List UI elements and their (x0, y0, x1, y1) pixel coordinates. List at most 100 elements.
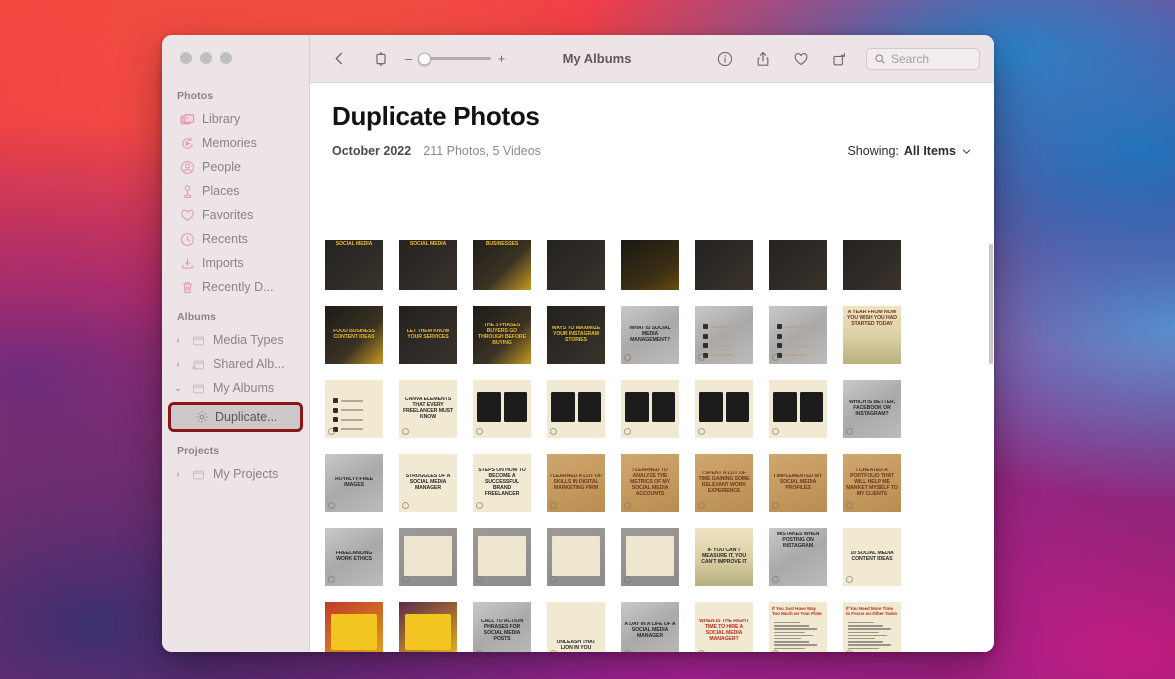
photo-thumbnail[interactable]: I learned a lot of skills in digital mar… (547, 454, 605, 512)
photo-thumbnail[interactable]: If You Just Have Way Too Much on Your Pl… (769, 602, 827, 652)
photo-thumbnail[interactable]: Canva Elements That Every Freelancer Mus… (399, 380, 457, 438)
sidebar-item-people[interactable]: People (170, 155, 301, 179)
chevron-down-icon[interactable]: ⌄ (172, 383, 184, 393)
photo-thumbnail[interactable] (547, 528, 605, 586)
photo-cell[interactable]: Steps on How to Become a Successful Bran… (465, 446, 539, 520)
photo-thumbnail[interactable]: I created a portfolio that will help me … (843, 454, 901, 512)
photo-cell[interactable]: If You Can't Measure It, You Can't Impro… (687, 520, 761, 594)
photo-thumbnail[interactable]: 10 Social Media Content Ideas (843, 528, 901, 586)
favorite-button[interactable] (788, 46, 814, 72)
zoom-out-label[interactable]: – (404, 51, 413, 66)
search-input[interactable]: Search (866, 47, 980, 70)
photo-cell[interactable] (539, 520, 613, 594)
photo-thumbnail[interactable]: Mistakes When Posting on Instagram (769, 528, 827, 586)
photo-cell[interactable]: I created a portfolio that will help me … (835, 446, 909, 520)
chevron-right-icon[interactable]: › (172, 359, 184, 369)
photo-thumbnail[interactable]: Unleash That Lion in You (547, 602, 605, 652)
photo-cell[interactable]: When is the Right Time to Hire a Social … (687, 594, 761, 652)
sidebar-item-library[interactable]: Library (170, 107, 301, 131)
photo-grid[interactable]: Customers Using Social Media Business on … (317, 240, 977, 652)
sidebar-item-places[interactable]: Places (170, 179, 301, 203)
chevron-right-icon[interactable]: › (172, 335, 184, 345)
photo-cell[interactable]: Presidency? (539, 240, 613, 298)
minimize-button[interactable] (200, 52, 212, 64)
chevron-right-icon[interactable]: › (172, 469, 184, 479)
photo-cell[interactable]: Which is Better, Facebook or Instagram? (835, 372, 909, 446)
photo-thumbnail[interactable]: Steps on How to Become a Successful Bran… (473, 454, 531, 512)
photo-grid-scroll[interactable]: Customers Using Social Media Business on … (310, 240, 994, 652)
photo-thumbnail[interactable]: Royalty-Free Images (325, 454, 383, 512)
photo-thumbnail[interactable]: Freelancing Work Ethics (325, 528, 383, 586)
photo-thumbnail[interactable]: I spent a lot of time gaining some relev… (695, 454, 753, 512)
photo-thumbnail[interactable]: Into Customers (843, 240, 901, 290)
photo-thumbnail[interactable] (695, 380, 753, 438)
photo-cell[interactable] (465, 520, 539, 594)
photo-cell[interactable]: In No Time (761, 240, 835, 298)
photo-cell[interactable]: Business on Social Media (391, 240, 465, 298)
info-button[interactable] (712, 46, 738, 72)
rotate-button[interactable] (826, 46, 852, 72)
photo-cell[interactable]: Ways to Maximize Your Instagram Stories (539, 298, 613, 372)
photo-cell[interactable]: Mistakes When Posting on Instagram (761, 520, 835, 594)
photo-cell[interactable]: What is Social Media Management? (613, 298, 687, 372)
photo-cell[interactable]: Customers Using Social Media (317, 240, 391, 298)
photo-thumbnail[interactable]: Let Them Know Your Services (399, 306, 457, 364)
photo-cell[interactable]: Canva Elements That Every Freelancer Mus… (391, 372, 465, 446)
share-button[interactable] (750, 46, 776, 72)
photo-cell[interactable]: I implemented my social media profiles (761, 446, 835, 520)
photo-thumbnail[interactable] (695, 306, 753, 364)
sidebar-item-my-albums[interactable]: ⌄ My Albums (170, 376, 301, 400)
photo-cell[interactable] (317, 372, 391, 446)
photo-thumbnail[interactable]: If You Need More Time to Focus on Other … (843, 602, 901, 652)
photo-cell[interactable] (687, 298, 761, 372)
photo-thumbnail[interactable] (769, 380, 827, 438)
photo-thumbnail[interactable] (473, 528, 531, 586)
photo-cell[interactable] (391, 520, 465, 594)
zoom-slider[interactable] (418, 52, 491, 65)
photo-thumbnail[interactable]: When is the Right Time to Hire a Social … (695, 602, 753, 652)
photo-thumbnail[interactable] (399, 602, 457, 652)
sidebar-item-media-types[interactable]: › Media Types (170, 328, 301, 352)
photo-thumbnail[interactable]: Which is Better, Facebook or Instagram? (843, 380, 901, 438)
photo-cell[interactable]: Food Business Content Ideas (317, 298, 391, 372)
photo-cell[interactable]: Must-Haves (687, 240, 761, 298)
photo-cell[interactable] (613, 372, 687, 446)
photo-thumbnail[interactable]: I implemented my social media profiles (769, 454, 827, 512)
photo-cell[interactable]: Let Them Know Your Services (391, 298, 465, 372)
sidebar-item-my-projects[interactable]: › My Projects (170, 462, 301, 486)
photo-cell[interactable] (539, 372, 613, 446)
photo-thumbnail[interactable]: Customers Using Social Media (325, 240, 383, 290)
photo-cell[interactable] (465, 372, 539, 446)
photo-thumbnail[interactable] (325, 380, 383, 438)
photo-cell[interactable]: I learned a lot of skills in digital mar… (539, 446, 613, 520)
photo-thumbnail[interactable]: A Year From Now You Wish You Had Started… (843, 306, 901, 364)
photo-thumbnail[interactable]: Ways to Maximize Your Instagram Stories (547, 306, 605, 364)
photo-cell[interactable]: I spent a lot of time gaining some relev… (687, 446, 761, 520)
photo-thumbnail[interactable]: Must-Haves (695, 240, 753, 290)
photo-cell[interactable]: I learned to analyze the metrics of my s… (613, 446, 687, 520)
aspect-toggle-button[interactable] (368, 46, 394, 72)
photo-cell[interactable]: Rebranding (613, 240, 687, 298)
photo-cell[interactable]: The 3 Phases Buyers Go Through Before Bu… (465, 298, 539, 372)
photo-thumbnail[interactable]: What is Social Media Management? (621, 306, 679, 364)
photo-cell[interactable]: Unleash That Lion in You (539, 594, 613, 652)
back-button[interactable] (326, 46, 352, 72)
photo-thumbnail[interactable] (547, 380, 605, 438)
photo-cell[interactable]: 10 Social Media Content Ideas (835, 520, 909, 594)
photo-thumbnail[interactable] (399, 528, 457, 586)
sidebar-item-recently-deleted[interactable]: Recently D... (170, 275, 301, 299)
photo-cell[interactable]: A Day in a Life of a Social Media Manage… (613, 594, 687, 652)
zoom-slider-knob[interactable] (418, 52, 431, 65)
sidebar-item-shared-albums[interactable]: › Shared Alb... (170, 352, 301, 376)
photo-thumbnail[interactable]: Business on Social Media (399, 240, 457, 290)
photo-thumbnail[interactable] (769, 306, 827, 364)
photo-cell[interactable]: If You Just Have Way Too Much on Your Pl… (761, 594, 835, 652)
photo-cell[interactable] (761, 298, 835, 372)
sidebar-item-duplicate[interactable]: Duplicate... (171, 405, 300, 429)
photo-thumbnail[interactable]: A Day in a Life of a Social Media Manage… (621, 602, 679, 652)
photo-cell[interactable]: Freelancing Work Ethics (317, 520, 391, 594)
photo-cell[interactable]: Royalty-Free Images (317, 446, 391, 520)
photo-thumbnail[interactable]: The 3 Phases Buyers Go Through Before Bu… (473, 306, 531, 364)
photo-thumbnail[interactable] (621, 380, 679, 438)
photo-thumbnail[interactable]: Struggles of a Social Media Manager (399, 454, 457, 512)
